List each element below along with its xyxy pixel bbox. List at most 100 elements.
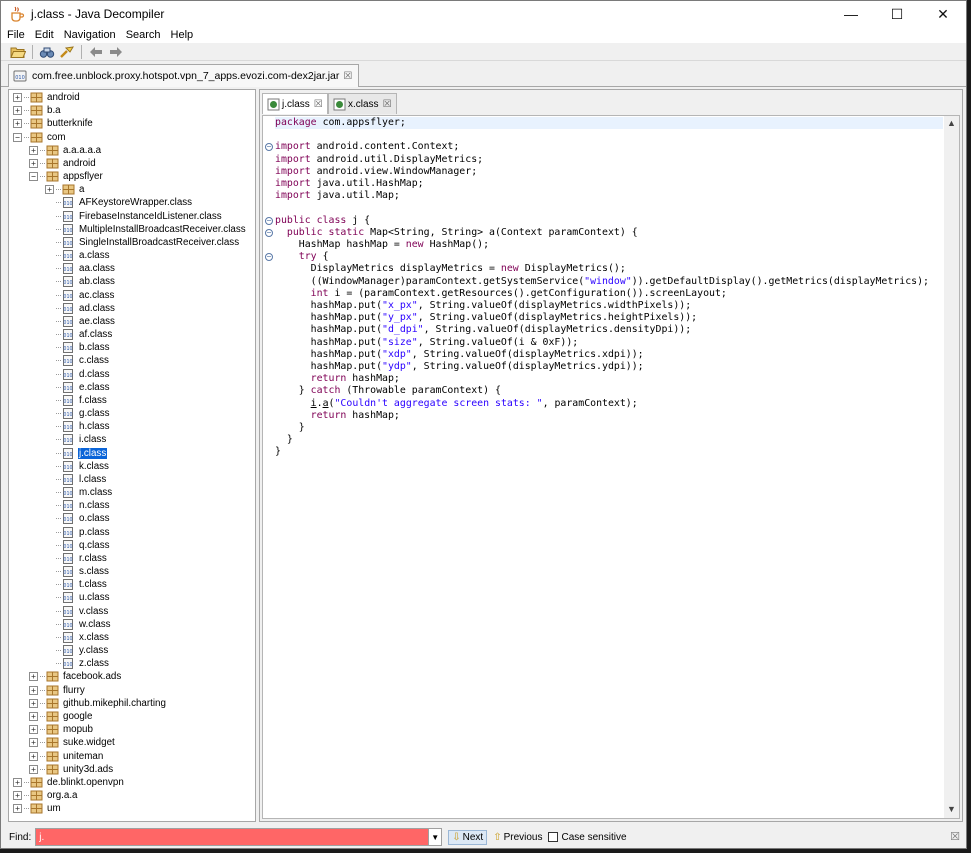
- fold-toggle-icon[interactable]: −: [265, 216, 273, 225]
- tree-package-item[interactable]: + a: [45, 183, 85, 196]
- tree-class-item[interactable]: 010 o.class: [45, 512, 111, 525]
- tree-class-item[interactable]: 010 h.class: [45, 420, 111, 433]
- tree-package-item[interactable]: + facebook.ads: [29, 670, 122, 683]
- tree-class-item[interactable]: 010 i.class: [45, 433, 107, 446]
- tree-class-item[interactable]: 010 ac.class: [45, 289, 115, 302]
- tree-package-item[interactable]: + org.a.a: [13, 789, 79, 802]
- find-next-button[interactable]: ⇩ Next: [448, 829, 488, 845]
- expand-icon[interactable]: +: [29, 698, 38, 708]
- tree-package-item[interactable]: + android: [13, 91, 81, 104]
- tree-class-item[interactable]: 010 v.class: [45, 605, 109, 618]
- tree-package-item[interactable]: − com: [13, 131, 67, 144]
- tree-package-item[interactable]: + butterknife: [13, 117, 94, 130]
- open-file-button[interactable]: [9, 44, 27, 60]
- tree-class-item[interactable]: 010 aa.class: [45, 262, 116, 275]
- tree-package-item[interactable]: + a.a.a.a.a: [29, 144, 102, 157]
- tab-x-class[interactable]: x.class ☒: [328, 93, 397, 114]
- fold-toggle-icon[interactable]: −: [265, 228, 273, 237]
- minimize-button[interactable]: —: [828, 1, 874, 27]
- menu-edit[interactable]: Edit: [29, 29, 58, 41]
- tree-class-item[interactable]: 010 ab.class: [45, 275, 116, 288]
- tree-package-item[interactable]: + github.mikephil.charting: [29, 697, 167, 710]
- tree-package-item[interactable]: + uniteman: [29, 750, 104, 763]
- close-window-button[interactable]: ✕: [920, 1, 966, 27]
- tree-class-item[interactable]: 010 t.class: [45, 578, 108, 591]
- tree-package-item[interactable]: + android: [29, 157, 97, 170]
- tree-package-item[interactable]: + b.a: [13, 104, 62, 117]
- tree-class-item[interactable]: 010 l.class: [45, 473, 107, 486]
- tree-class-item[interactable]: 010 ad.class: [45, 302, 116, 315]
- tree-class-item[interactable]: 010 x.class: [45, 631, 110, 644]
- tab-j-class[interactable]: j.class ☒: [262, 93, 328, 114]
- tree-package-item[interactable]: + um: [13, 802, 62, 815]
- back-button[interactable]: [87, 44, 105, 60]
- menu-navigation[interactable]: Navigation: [58, 29, 120, 41]
- tree-package-item[interactable]: + de.blinkt.openvpn: [13, 776, 125, 789]
- search-button[interactable]: [58, 44, 76, 60]
- tree-class-item[interactable]: 010 u.class: [45, 591, 111, 604]
- package-tree[interactable]: + android + b.a + butterknife − com + a.a.a.a.a + a…: [8, 89, 256, 822]
- menu-search[interactable]: Search: [120, 29, 165, 41]
- menu-help[interactable]: Help: [165, 29, 198, 41]
- expand-icon[interactable]: +: [13, 804, 22, 814]
- tree-class-item[interactable]: 010 g.class: [45, 407, 111, 420]
- tree-class-item[interactable]: 010 MultipleInstallBroadcastReceiver.clas…: [45, 223, 247, 236]
- expand-icon[interactable]: +: [13, 106, 22, 116]
- tree-class-item[interactable]: 010 ae.class: [45, 315, 116, 328]
- expand-icon[interactable]: +: [29, 711, 38, 721]
- tree-class-item[interactable]: 010 z.class: [45, 657, 110, 670]
- tree-class-item[interactable]: 010 k.class: [45, 460, 110, 473]
- tree-class-item[interactable]: 010 d.class: [45, 368, 111, 381]
- find-history-dropdown[interactable]: ▼: [428, 828, 443, 846]
- tree-package-item[interactable]: + mopub: [29, 723, 94, 736]
- close-find-icon[interactable]: ☒: [950, 830, 960, 843]
- tree-package-item[interactable]: + suke.widget: [29, 736, 116, 749]
- source-code[interactable]: package com.appsflyer; import android.con…: [275, 116, 943, 818]
- tree-class-item[interactable]: 010 p.class: [45, 526, 111, 539]
- expand-icon[interactable]: +: [29, 158, 38, 168]
- forward-button[interactable]: [107, 44, 125, 60]
- expand-icon[interactable]: +: [13, 93, 22, 102]
- maximize-button[interactable]: ☐: [874, 1, 920, 27]
- close-tab-icon[interactable]: ☒: [343, 71, 352, 82]
- scroll-up-icon[interactable]: ▲: [944, 118, 959, 130]
- expand-icon[interactable]: +: [29, 764, 38, 774]
- expand-icon[interactable]: +: [29, 751, 38, 761]
- code-editor[interactable]: − − − − package com.appsflyer; import androi…: [262, 115, 960, 819]
- collapse-icon[interactable]: −: [29, 172, 38, 182]
- close-tab-icon[interactable]: ☒: [314, 99, 323, 110]
- tree-package-item[interactable]: + google: [29, 710, 93, 723]
- find-input[interactable]: j.: [35, 828, 429, 846]
- expand-icon[interactable]: +: [29, 685, 38, 695]
- fold-toggle-icon[interactable]: −: [265, 253, 273, 262]
- collapse-icon[interactable]: −: [13, 132, 22, 142]
- tree-class-item[interactable]: 010 r.class: [45, 552, 108, 565]
- menu-file[interactable]: File: [1, 29, 29, 41]
- expand-icon[interactable]: +: [29, 672, 38, 682]
- tree-class-item[interactable]: 010 af.class: [45, 328, 113, 341]
- tree-class-item[interactable]: 010 w.class: [45, 618, 112, 631]
- tree-class-item[interactable]: 010 m.class: [45, 486, 113, 499]
- expand-icon[interactable]: +: [13, 777, 22, 787]
- tree-class-item[interactable]: 010 FirebaseInstanceIdListener.class: [45, 210, 223, 223]
- tree-class-item[interactable]: 010 f.class: [45, 394, 108, 407]
- scroll-down-icon[interactable]: ▼: [944, 804, 959, 816]
- tree-class-item[interactable]: 010 b.class: [45, 341, 111, 354]
- expand-icon[interactable]: +: [29, 738, 38, 748]
- tree-class-item[interactable]: 010 y.class: [45, 644, 109, 657]
- tree-class-item[interactable]: 010 a.class: [45, 249, 111, 262]
- fold-toggle-icon[interactable]: −: [265, 143, 273, 152]
- tree-package-item[interactable]: + unity3d.ads: [29, 763, 114, 776]
- tree-class-item[interactable]: 010 j.class: [45, 447, 108, 460]
- case-sensitive-toggle[interactable]: Case sensitive: [548, 832, 627, 843]
- tree-class-item[interactable]: 010 e.class: [45, 381, 111, 394]
- find-previous-button[interactable]: ⇧ Previous: [493, 832, 542, 843]
- tree-class-item[interactable]: 010 n.class: [45, 499, 111, 512]
- expand-icon[interactable]: +: [29, 725, 38, 735]
- tree-class-item[interactable]: 010 s.class: [45, 565, 110, 578]
- tree-package-item[interactable]: − appsflyer: [29, 170, 104, 183]
- tree-package-item[interactable]: + flurry: [29, 684, 86, 697]
- vertical-scrollbar[interactable]: ▲ ▼: [944, 116, 959, 818]
- expand-icon[interactable]: +: [29, 145, 38, 155]
- expand-icon[interactable]: +: [13, 791, 22, 800]
